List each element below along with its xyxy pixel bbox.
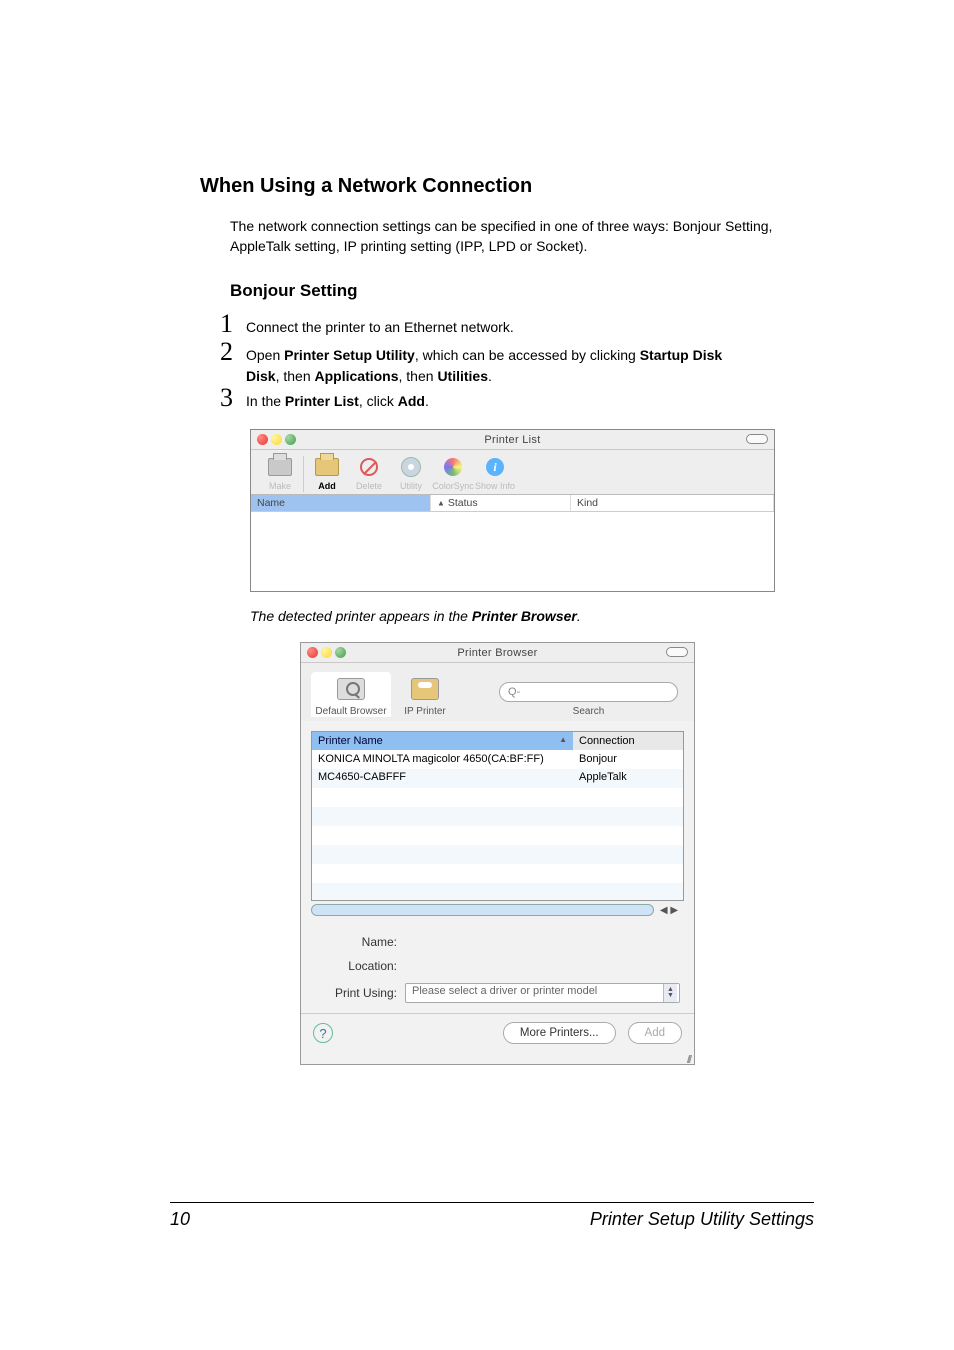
more-printers-button[interactable]: More Printers...: [503, 1022, 616, 1044]
window-titlebar: Printer Browser: [301, 643, 694, 663]
page-number: 10: [170, 1209, 190, 1230]
section-heading: When Using a Network Connection: [200, 175, 814, 198]
close-icon[interactable]: [307, 647, 318, 658]
list-item[interactable]: KONICA MINOLTA magicolor 4650(CA:BF:FF)B…: [312, 750, 683, 768]
printer-browser-window: Printer Browser Default Browser IP Print…: [300, 642, 695, 1065]
connection-column[interactable]: Connection: [573, 732, 683, 750]
chevron-updown-icon: ▲▼: [663, 984, 677, 1002]
step-3-number: 3: [220, 385, 246, 411]
info-icon: i: [486, 458, 504, 476]
detected-printer-note: The detected printer appears in the Prin…: [250, 608, 814, 624]
printer-browser-list: Printer Name ▲ Connection KONICA MINOLTA…: [311, 731, 684, 901]
help-button[interactable]: ?: [313, 1023, 333, 1043]
utility-button[interactable]: Utility: [390, 454, 432, 492]
step-1-number: 1: [220, 311, 246, 337]
minimize-icon[interactable]: [321, 647, 332, 658]
step-2-continuation: Startup DiskDisk, then Applications, the…: [246, 367, 814, 386]
intro-paragraph: The network connection settings can be s…: [230, 216, 814, 257]
printer-name-column[interactable]: Printer Name ▲: [312, 732, 573, 750]
step-1-text: Connect the printer to an Ethernet netwo…: [246, 311, 514, 337]
default-browser-tab[interactable]: Default Browser: [311, 672, 391, 717]
printer-add-icon: [315, 458, 339, 476]
printer-icon: [268, 458, 292, 476]
ip-printer-icon: [411, 678, 439, 700]
delete-icon: [360, 458, 378, 476]
search-label: Search: [499, 706, 678, 717]
zoom-icon[interactable]: [285, 434, 296, 445]
name-column[interactable]: Name: [251, 495, 431, 511]
horizontal-scrollbar[interactable]: ◀ ▶: [311, 903, 684, 917]
delete-button[interactable]: Delete: [348, 454, 390, 492]
footer-title: Printer Setup Utility Settings: [590, 1209, 814, 1230]
print-using-label: Print Using:: [315, 986, 405, 1000]
colorsync-button[interactable]: ColorSync: [432, 454, 474, 492]
make-default-button[interactable]: Make Default: [259, 454, 301, 492]
zoom-icon[interactable]: [335, 647, 346, 658]
name-label: Name:: [315, 935, 405, 949]
magnifier-icon: [337, 678, 365, 700]
close-icon[interactable]: [257, 434, 268, 445]
toolbar-toggle-icon[interactable]: [746, 434, 768, 444]
search-input[interactable]: Q-: [499, 682, 678, 702]
printer-list-window: Printer List Make Default Add Delete: [250, 429, 775, 592]
showinfo-button[interactable]: i Show Info: [474, 454, 516, 492]
toolbar-toggle-icon[interactable]: [666, 647, 688, 657]
add-button[interactable]: Add: [306, 454, 348, 492]
window-titlebar: Printer List: [251, 430, 774, 450]
ip-printer-tab[interactable]: IP Printer: [395, 672, 455, 717]
column-headers: Name ▲ Status Kind: [251, 494, 774, 511]
window-title: Printer List: [251, 430, 774, 450]
list-item[interactable]: MC4650-CABFFFAppleTalk: [312, 768, 683, 786]
step-3-text: In the Printer List, click Add.: [246, 385, 429, 411]
step-2-number: 2: [220, 339, 246, 365]
step-2-text: Open Printer Setup Utility, which can be…: [246, 339, 722, 365]
status-column[interactable]: ▲ Status: [431, 495, 571, 511]
resize-grip-icon[interactable]: ///: [301, 1056, 694, 1064]
window-title: Printer Browser: [301, 643, 694, 663]
colorsync-icon: [444, 458, 462, 476]
print-using-select[interactable]: Please select a driver or printer model …: [405, 983, 680, 1003]
gear-icon: [401, 457, 421, 477]
subsection-heading: Bonjour Setting: [230, 281, 814, 301]
kind-column[interactable]: Kind: [571, 495, 774, 511]
printer-list-body[interactable]: [251, 511, 774, 591]
page-footer: 10 Printer Setup Utility Settings: [170, 1202, 814, 1230]
location-label: Location:: [315, 959, 405, 973]
add-printer-button[interactable]: Add: [628, 1022, 682, 1044]
minimize-icon[interactable]: [271, 434, 282, 445]
